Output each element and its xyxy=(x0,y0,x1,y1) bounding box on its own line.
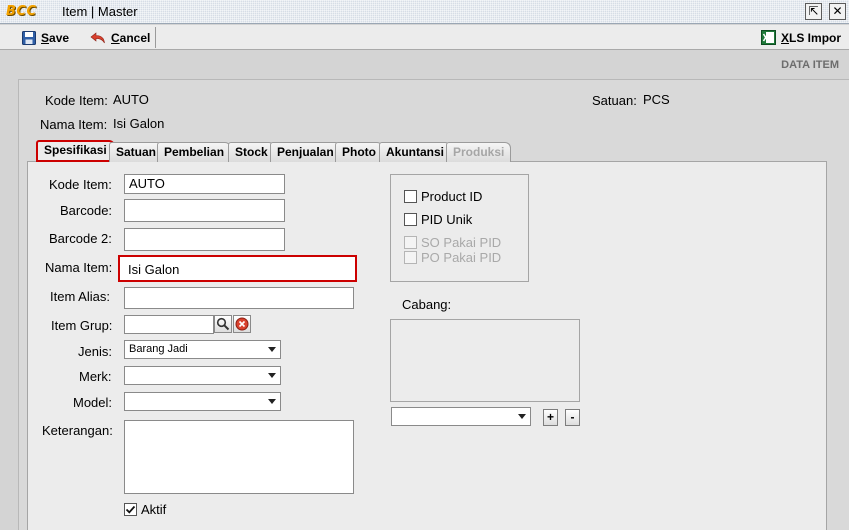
cabang-remove-button[interactable]: - xyxy=(565,409,580,426)
item-alias-input[interactable] xyxy=(124,287,354,309)
save-label: Save xyxy=(41,30,70,45)
tab-penjualan[interactable]: Penjualan xyxy=(270,142,341,162)
pid-unik-checkbox[interactable] xyxy=(404,213,417,226)
header-nama-item-label: Nama Item: xyxy=(40,117,108,132)
aktif-checkbox[interactable] xyxy=(124,503,137,516)
merk-label: Merk: xyxy=(79,369,112,384)
nama-item-input[interactable]: Isi Galon xyxy=(118,255,357,282)
so-pakai-pid-checkbox xyxy=(404,236,417,249)
section-title: DATA ITEM xyxy=(781,59,839,71)
nama-item-label: Nama Item: xyxy=(45,260,113,275)
po-pakai-pid-checkbox xyxy=(404,251,417,264)
toolbar-divider xyxy=(155,27,156,48)
cabang-label: Cabang: xyxy=(402,297,452,312)
clear-x-icon xyxy=(235,317,249,331)
header-kode-item-value: AUTO xyxy=(113,92,149,107)
bcc-logo: BCC xyxy=(6,4,37,19)
chevron-down-icon xyxy=(268,373,276,378)
model-label: Model: xyxy=(73,395,113,410)
so-pakai-pid-label: SO Pakai PID xyxy=(421,235,502,250)
title-bar: BCC Item | Master ⇱ ✕ xyxy=(0,0,849,24)
merk-select[interactable] xyxy=(124,366,281,385)
checkmark-icon xyxy=(125,505,136,514)
magnifier-icon xyxy=(216,317,230,331)
kode-item-label: Kode Item: xyxy=(49,177,112,192)
header-satuan-value: PCS xyxy=(643,92,670,107)
chevron-down-icon xyxy=(268,347,276,352)
header-nama-item-value: Isi Galon xyxy=(113,116,165,131)
cabang-add-button[interactable]: + xyxy=(543,409,558,426)
keterangan-label: Keterangan: xyxy=(42,423,113,438)
window-title: Item | Master xyxy=(62,4,138,19)
tab-photo[interactable]: Photo xyxy=(335,142,383,162)
product-id-label: Product ID xyxy=(421,189,483,204)
item-grup-label: Item Grup: xyxy=(51,318,113,333)
barcode-label: Barcode: xyxy=(60,203,113,218)
barcode-input[interactable] xyxy=(124,199,285,222)
content-header xyxy=(0,51,849,77)
item-grup-input[interactable] xyxy=(124,315,214,334)
tab-spesifikasi[interactable]: Spesifikasi xyxy=(36,140,115,162)
floppy-disk-icon xyxy=(22,30,36,45)
close-window-button[interactable]: ✕ xyxy=(829,3,846,20)
save-button[interactable]: Save xyxy=(16,27,75,48)
tab-stock[interactable]: Stock xyxy=(228,142,275,162)
tab-akuntansi[interactable]: Akuntansi xyxy=(379,142,452,162)
undo-arrow-icon xyxy=(90,31,105,43)
aktif-label: Aktif xyxy=(141,502,167,517)
model-select[interactable] xyxy=(124,392,281,411)
jenis-label: Jenis: xyxy=(78,344,112,359)
excel-icon xyxy=(761,30,776,45)
tab-satuan[interactable]: Satuan xyxy=(109,142,164,162)
item-grup-clear-button[interactable] xyxy=(233,315,251,333)
kode-item-input[interactable]: AUTO xyxy=(124,174,285,194)
chevron-down-icon xyxy=(268,399,276,404)
cabang-select[interactable] xyxy=(391,407,531,426)
barcode2-label: Barcode 2: xyxy=(49,231,112,246)
restore-window-button[interactable]: ⇱ xyxy=(805,3,822,20)
product-id-checkbox[interactable] xyxy=(404,190,417,203)
jenis-select-value: Barang Jadi xyxy=(129,343,188,355)
toolbar: Save Cancel XLS Impor xyxy=(0,25,849,50)
header-kode-item-label: Kode Item: xyxy=(45,93,108,108)
item-alias-label: Item Alias: xyxy=(50,289,110,304)
cabang-list[interactable] xyxy=(390,319,580,402)
chevron-down-icon xyxy=(518,414,526,419)
cancel-button[interactable]: Cancel xyxy=(84,27,156,48)
jenis-select[interactable]: Barang Jadi xyxy=(124,340,281,359)
tab-produksi: Produksi xyxy=(446,142,512,162)
tab-pembelian[interactable]: Pembelian xyxy=(157,142,232,162)
xls-import-button[interactable]: XLS Impor xyxy=(755,27,847,48)
xls-import-label: XLS Impor xyxy=(781,30,842,45)
po-pakai-pid-label: PO Pakai PID xyxy=(421,250,502,265)
item-grup-search-button[interactable] xyxy=(214,315,232,333)
header-satuan-label: Satuan: xyxy=(592,93,637,108)
keterangan-textarea[interactable] xyxy=(124,420,354,494)
barcode2-input[interactable] xyxy=(124,228,285,251)
cancel-label: Cancel xyxy=(111,30,151,45)
pid-unik-label: PID Unik xyxy=(421,212,473,227)
